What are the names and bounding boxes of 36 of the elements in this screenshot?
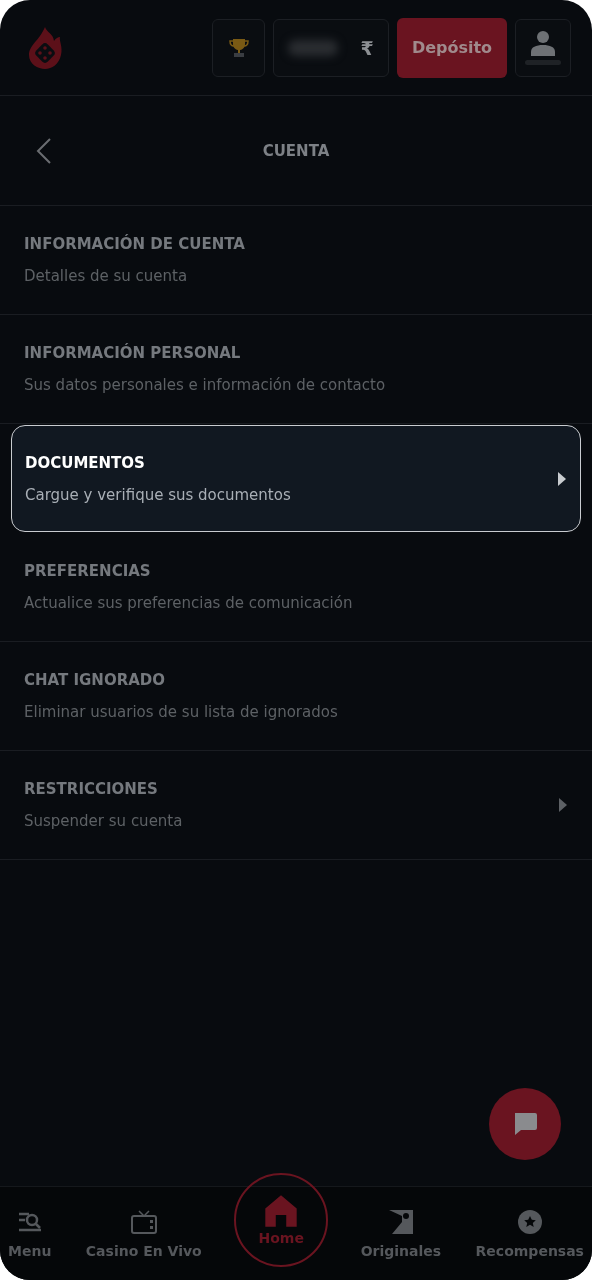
page-title: CUENTA [262, 141, 330, 160]
item-description: Detalles de su cuenta [24, 267, 189, 285]
item-title: RESTRICCIONES [24, 780, 159, 798]
item-title: INFORMACIÓN DE CUENTA [24, 235, 246, 253]
originals-icon [387, 1208, 414, 1235]
balance-display[interactable]: ₹ [273, 18, 389, 77]
user-icon [531, 30, 555, 56]
account-menu-item[interactable]: DOCUMENTOS Cargue y verifique sus documentos [11, 425, 581, 532]
account-menu-item[interactable]: INFORMACIÓN DE CUENTA Detalles de su cuenta [0, 206, 592, 315]
home-icon [264, 1194, 299, 1228]
tv-icon [130, 1208, 157, 1235]
back-icon[interactable] [36, 138, 52, 164]
nav-tab[interactable]: Casino En Vivo [83, 1187, 204, 1280]
trophy-button[interactable] [212, 18, 265, 77]
star-badge-icon [516, 1208, 543, 1235]
item-title: INFORMACIÓN PERSONAL [24, 344, 242, 362]
nav-tab[interactable]: Originales [358, 1187, 444, 1280]
currency-symbol: ₹ [360, 36, 374, 59]
item-description: Eliminar usuarios de su lista de ignorados [24, 703, 339, 721]
item-description: Suspender su cuenta [24, 812, 184, 830]
item-title: CHAT IGNORADO [24, 671, 167, 689]
account-menu-item[interactable]: CHAT IGNORADO Eliminar usuarios de su lista de ignorados [0, 642, 592, 751]
account-menu-item[interactable]: RESTRICCIONES Suspender su cuenta [0, 751, 592, 860]
profile-button[interactable] [515, 18, 571, 77]
nav-tab[interactable]: Menu [6, 1187, 54, 1280]
item-title: PREFERENCIAS [24, 562, 152, 580]
trophy-icon [227, 36, 250, 59]
item-description: Actualice sus preferencias de comunicación [24, 594, 354, 612]
item-description: Cargue y verifique sus documentos [25, 485, 292, 504]
account-menu-item[interactable]: PREFERENCIAS Actualice sus preferencias de comunicación [0, 533, 592, 642]
deposit-button[interactable]: Depósito [397, 17, 507, 78]
item-title: DOCUMENTOS [25, 453, 146, 472]
nav-tab[interactable]: Recompensas [473, 1187, 586, 1280]
account-menu-item[interactable]: INFORMACIÓN PERSONAL Sus datos personales e información de contacto [0, 315, 592, 424]
item-description: Sus datos personales e información de contacto [24, 376, 387, 394]
chat-icon [512, 1111, 538, 1137]
